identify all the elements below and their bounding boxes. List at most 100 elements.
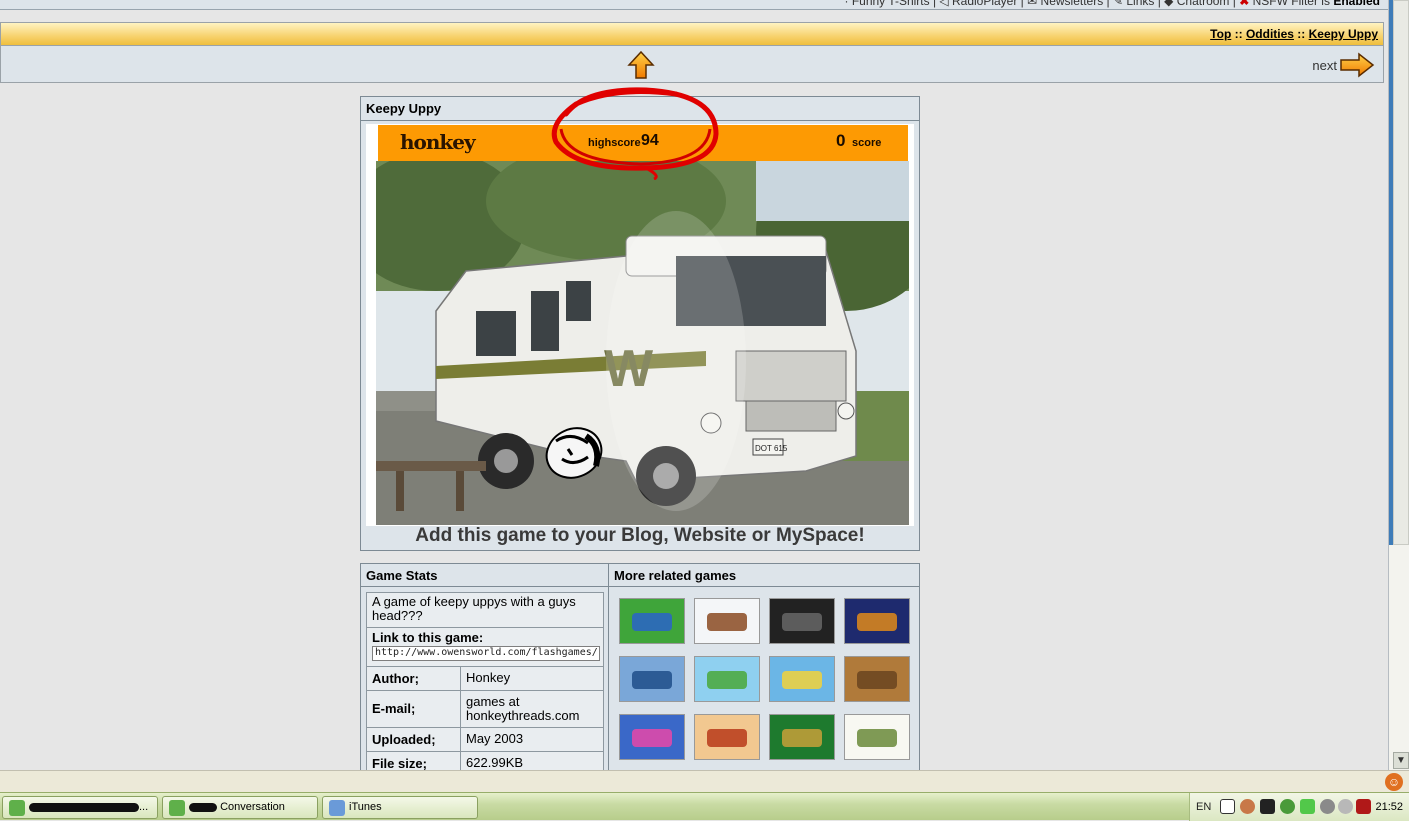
breadcrumb-top-link[interactable]: Top [1210,27,1231,41]
breadcrumb-bar: Top :: Oddities :: Keepy Uppy [0,22,1384,46]
top-links-bar: · Funny T-Shirts | ◁ RadioPlayer | ✉ New… [0,0,1388,10]
taskbar-conversation-label: Conversation [220,801,285,813]
thumbnail-art [707,671,747,689]
author-label: Author; [366,666,461,691]
thumbnail-art [632,671,672,689]
help-icon[interactable] [1220,799,1235,814]
scrollbar-thumb[interactable] [1393,0,1409,545]
license-plate: DOT 615 [755,444,788,453]
volume-icon[interactable] [1320,799,1335,814]
nsfw-label: NSFW Filter is [1252,0,1330,8]
related-game-9[interactable] [619,714,685,760]
thumbnail-art [707,729,747,747]
stats-row-email: E-mail; games at honkeythreads.com [366,690,604,728]
related-game-1[interactable] [619,598,685,644]
thumbnail-art [857,613,897,631]
browser-viewport: · Funny T-Shirts | ◁ RadioPlayer | ✉ New… [0,0,1388,770]
game-link-label: Link to this game: [372,630,484,645]
related-game-11[interactable] [769,714,835,760]
related-game-6[interactable] [694,656,760,702]
uploaded-label: Uploaded; [366,727,461,752]
redacted-name [189,802,217,812]
related-games-panel: More related games [608,563,920,770]
clock: 21:52 [1375,801,1403,813]
breadcrumb: Top :: Oddities :: Keepy Uppy [1210,27,1378,41]
thumbnail-art [857,729,897,747]
game-nav-bar: next [0,46,1384,83]
messenger-icon [9,800,25,816]
language-indicator[interactable]: EN [1196,801,1211,813]
related-game-2[interactable] [694,598,760,644]
score-label: score [852,137,882,149]
thumbnail-art [857,671,897,689]
game-stats-heading: Game Stats [361,564,608,587]
thumbnail-art [632,729,672,747]
highscore-value: 94 [641,132,659,149]
game-title: Keepy Uppy [361,97,919,121]
next-link[interactable]: next [1312,52,1375,78]
related-games-heading: More related games [609,564,919,587]
windows-taskbar: ... Conversation iTunes EN 21:52 [0,792,1409,821]
breadcrumb-current-link[interactable]: Keepy Uppy [1309,27,1378,41]
related-games-grid [619,598,915,770]
messenger-icon [169,800,185,816]
related-game-12[interactable] [844,714,910,760]
back-icon[interactable] [1240,799,1255,814]
author-value: Honkey [461,666,604,691]
thumbnail-art [782,613,822,631]
game-stats-table: A game of keepy uppys with a guys head??… [366,592,604,770]
thumbnail-art [707,613,747,631]
uploaded-value: May 2003 [461,727,604,752]
game-logo: honkey [400,130,476,154]
game-panel: Keepy Uppy honkey highscore 94 0 score W… [360,96,920,551]
taskbar-itunes-button[interactable]: iTunes [322,796,478,819]
network-icon[interactable] [1338,799,1353,814]
top-links-text[interactable]: · Funny T-Shirts | ◁ RadioPlayer | ✉ New… [845,0,1236,8]
top-links[interactable]: · Funny T-Shirts | ◁ RadioPlayer | ✉ New… [845,0,1381,8]
scroll-down-button[interactable]: ▼ [1393,752,1409,769]
nsfw-icon: ✖ [1239,0,1250,8]
stats-row-filesize: File size; 622.99KB [366,751,604,770]
related-game-7[interactable] [769,656,835,702]
breadcrumb-category-link[interactable]: Oddities [1246,27,1294,41]
email-label: E-mail; [366,690,461,728]
related-game-5[interactable] [619,656,685,702]
redacted-name [29,802,139,812]
embed-game-link[interactable]: Add this game to your Blog, Website or M… [361,525,919,547]
game-link-cell: Link to this game: http://www.owensworld… [366,627,604,667]
taskbar-itunes-label: iTunes [349,801,382,813]
winamp-icon[interactable] [1356,799,1371,814]
related-game-10[interactable] [694,714,760,760]
related-game-4[interactable] [844,598,910,644]
thumbnail-art [782,729,822,747]
breadcrumb-separator: :: [1293,27,1309,41]
game-description: A game of keepy uppys with a guys head??… [366,592,604,628]
game-stats-panel: Game Stats A game of keepy uppys with a … [360,563,609,770]
up-arrow-icon[interactable] [627,50,655,80]
related-game-8[interactable] [844,656,910,702]
thumbnail-art [782,671,822,689]
vertical-scrollbar[interactable]: ▼ [1388,0,1409,770]
game-scene-rv-photo[interactable]: W DOT 615 [376,161,909,525]
stats-row-uploaded: Uploaded; May 2003 [366,727,604,752]
right-arrow-icon[interactable] [1339,52,1375,78]
chat-tray-icon[interactable] [1300,799,1315,814]
itunes-icon [329,800,345,816]
breadcrumb-separator: :: [1231,27,1246,41]
next-label[interactable]: next [1312,58,1337,73]
taskbar-btn1-suffix: ... [139,801,149,813]
browser-status-bar: ☺ [0,770,1409,792]
score-value: 0 [836,131,846,150]
taskbar-conversation-button[interactable]: Conversation [162,796,318,819]
nsfw-state[interactable]: Enabled [1333,0,1380,8]
game-hud: honkey highscore 94 0 score [378,125,908,161]
taskbar-messenger-button[interactable]: ... [2,796,158,819]
stats-row-author: Author; Honkey [366,666,604,691]
messenger-tray-icon[interactable] [1280,799,1295,814]
app-tray-icon[interactable] [1260,799,1275,814]
game-link-field[interactable]: http://www.owensworld.com/flashgames/ [372,646,600,661]
related-game-3[interactable] [769,598,835,644]
status-smiley-icon[interactable]: ☺ [1385,773,1403,791]
system-tray: EN 21:52 [1189,793,1409,821]
flash-game-frame[interactable]: honkey highscore 94 0 score W DOT 615 [366,124,914,526]
